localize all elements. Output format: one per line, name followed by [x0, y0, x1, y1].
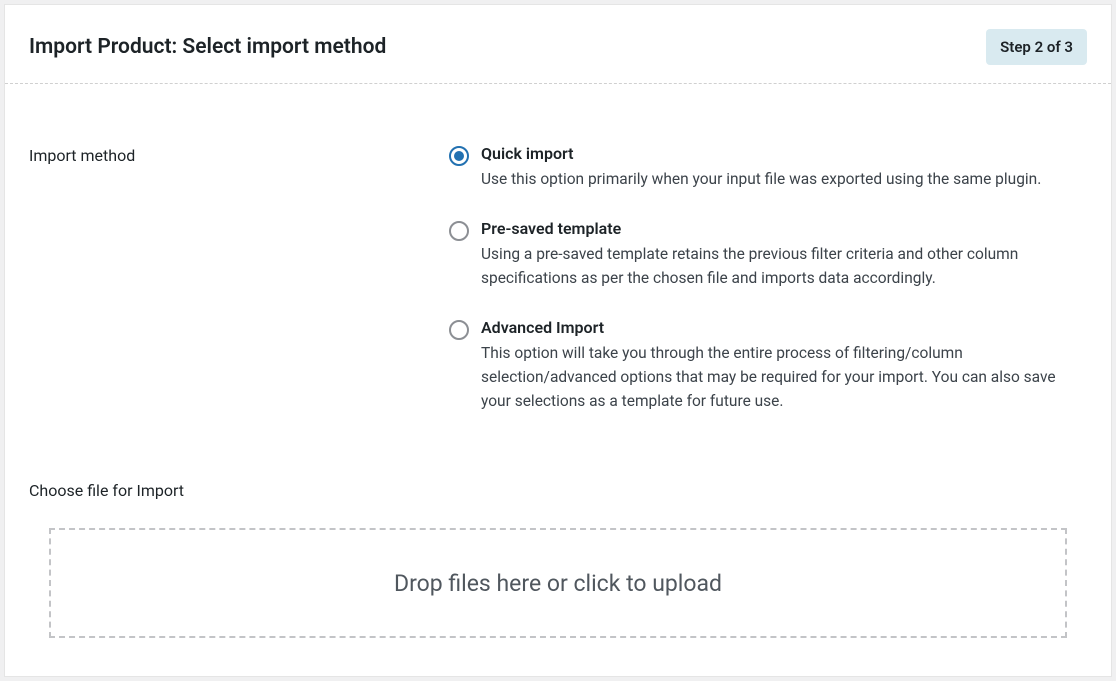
option-advanced-import: Advanced Import This option will take yo…: [449, 318, 1087, 413]
option-text: Pre-saved template Using a pre-saved tem…: [481, 219, 1087, 290]
option-text: Advanced Import This option will take yo…: [481, 318, 1087, 413]
radio-presaved-template[interactable]: [449, 221, 469, 241]
import-card: Import Product: Select import method Ste…: [4, 4, 1112, 677]
option-title-presaved-template[interactable]: Pre-saved template: [481, 219, 1087, 238]
option-desc-advanced-import: This option will take you through the en…: [481, 341, 1087, 413]
import-method-row: Import method Quick import Use this opti…: [29, 144, 1087, 441]
option-desc-quick-import: Use this option primarily when your inpu…: [481, 167, 1087, 191]
choose-file-label: Choose file for Import: [29, 481, 1087, 500]
radio-quick-import[interactable]: [449, 146, 469, 166]
radio-advanced-import[interactable]: [449, 320, 469, 340]
option-quick-import: Quick import Use this option primarily w…: [449, 144, 1087, 191]
card-header: Import Product: Select import method Ste…: [5, 5, 1111, 84]
option-title-advanced-import[interactable]: Advanced Import: [481, 318, 1087, 337]
import-method-options: Quick import Use this option primarily w…: [449, 144, 1087, 441]
option-title-quick-import[interactable]: Quick import: [481, 144, 1087, 163]
option-text: Quick import Use this option primarily w…: [481, 144, 1087, 191]
file-dropzone[interactable]: Drop files here or click to upload: [49, 528, 1067, 638]
dropzone-text: Drop files here or click to upload: [394, 570, 722, 597]
option-presaved-template: Pre-saved template Using a pre-saved tem…: [449, 219, 1087, 290]
option-desc-presaved-template: Using a pre-saved template retains the p…: [481, 242, 1087, 290]
card-body: Import method Quick import Use this opti…: [5, 84, 1111, 662]
step-badge: Step 2 of 3: [986, 29, 1087, 65]
page-title: Import Product: Select import method: [29, 35, 386, 59]
import-method-label: Import method: [29, 144, 449, 165]
